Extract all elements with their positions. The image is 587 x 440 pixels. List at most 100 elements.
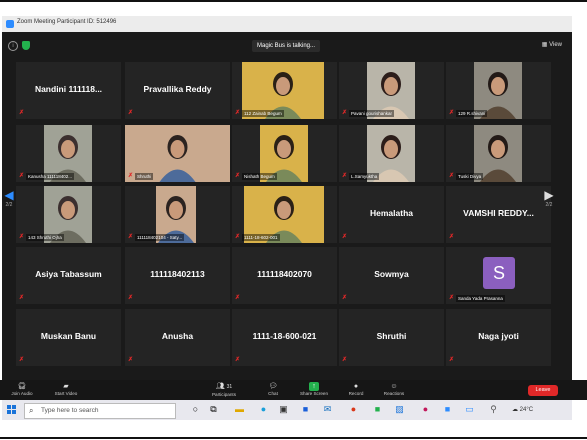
- media-player-icon[interactable]: ●: [420, 404, 431, 415]
- participant-name: Anusha: [161, 331, 194, 341]
- grid-view-icon: ▦: [541, 42, 550, 48]
- reactions-icon: ☺: [390, 383, 398, 390]
- participant-label: Sanda Yada Prasanna: [456, 295, 505, 302]
- muted-mic-icon: ✗: [19, 295, 25, 301]
- participant-name: 111118402070: [257, 269, 312, 279]
- muted-mic-icon: ✗: [449, 173, 455, 179]
- file-explorer-icon[interactable]: ▬: [234, 404, 245, 415]
- circle-icon[interactable]: ○: [190, 404, 201, 415]
- participant-label: 112 Zainab Begum: [242, 110, 284, 117]
- participant-tile[interactable]: Asiya Tabassum ✗: [16, 247, 121, 304]
- muted-mic-icon: ✗: [235, 357, 241, 363]
- participant-tile[interactable]: VAMSHI REDDY... ✗: [446, 186, 551, 243]
- participant-label: 111118402104 - Saty...: [135, 234, 185, 241]
- participant-name: VAMSHI REDDY...: [463, 208, 534, 218]
- participant-tile[interactable]: Hemalatha ✗: [339, 186, 444, 243]
- participant-tile[interactable]: ✗ 143 Shruthi Ojha: [16, 186, 121, 243]
- participant-tile[interactable]: ✗ Pavani gourishankar: [339, 62, 444, 119]
- participant-name: Muskan Banu: [40, 331, 97, 341]
- headphones-icon: 🎧︎: [17, 383, 27, 390]
- next-page-button[interactable]: ▶ 2/2: [543, 188, 555, 208]
- participant-tile[interactable]: ✗ Kanusha 111118402...: [16, 125, 121, 182]
- zoom-taskbar-icon[interactable]: ■: [442, 404, 453, 415]
- frame-bottom-line: [0, 437, 587, 439]
- participant-tile[interactable]: Muskan Banu ✗: [16, 309, 121, 366]
- leave-button[interactable]: Leave: [528, 385, 558, 396]
- video-app-icon[interactable]: ▭: [464, 404, 475, 415]
- muted-mic-icon: ✗: [449, 295, 455, 301]
- reactions-button[interactable]: ☺ Reactions: [374, 382, 414, 396]
- meeting-controls-bar: 🎧︎ Join Audio ▰ Start Video 👥︎ 31 Partic…: [0, 380, 587, 400]
- mail-icon[interactable]: ✉: [322, 404, 333, 415]
- start-video-button[interactable]: ▰ Start Video: [46, 382, 86, 396]
- participants-button[interactable]: 👥︎ 31 Participants: [204, 382, 244, 397]
- participant-tile[interactable]: ✗ 112 Zainab Begum: [232, 62, 337, 119]
- muted-mic-icon: ✗: [449, 357, 455, 363]
- participant-tile[interactable]: ✗ 111118402104 - Saty...: [125, 186, 230, 243]
- participant-tile[interactable]: ✗ Nishath Begum: [232, 125, 337, 182]
- participant-tile[interactable]: S ✗ Sanda Yada Prasanna: [446, 247, 551, 304]
- participant-avatar: S: [483, 257, 515, 289]
- window-title: Zoom Meeting Participant ID: 512496: [17, 19, 117, 25]
- photos-icon[interactable]: ▨: [394, 404, 405, 415]
- share-screen-label: Share Screen: [299, 391, 329, 396]
- record-label: Record: [348, 391, 364, 396]
- view-label: View: [549, 42, 562, 48]
- muted-mic-icon: ✗: [235, 234, 241, 240]
- shield-icon[interactable]: [22, 41, 30, 50]
- participant-tile[interactable]: 1111-18-600-021 ✗: [232, 309, 337, 366]
- windows-start-icon[interactable]: [7, 405, 16, 414]
- previous-page-button[interactable]: ◀ 2/2: [3, 188, 15, 208]
- cloud-icon: ☁: [512, 407, 520, 413]
- view-button[interactable]: ▦ View: [542, 41, 562, 48]
- chrome-icon[interactable]: ●: [348, 404, 359, 415]
- participant-tile[interactable]: Sowmya ✗: [339, 247, 444, 304]
- muted-mic-icon: ✗: [342, 234, 348, 240]
- muted-mic-icon: ✗: [19, 234, 25, 240]
- participant-label: 129 R.shivani: [456, 110, 488, 117]
- chat-button[interactable]: 💬︎ Chat: [253, 382, 293, 396]
- store-icon[interactable]: ▣: [278, 404, 289, 415]
- task-view-icon[interactable]: ⧉: [208, 404, 219, 415]
- muted-mic-icon: ✗: [19, 173, 25, 179]
- participant-tile[interactable]: ✗ Tuski Divya: [446, 125, 551, 182]
- participant-tile[interactable]: 111118402113 ✗: [125, 247, 230, 304]
- excel-icon[interactable]: ■: [372, 404, 383, 415]
- participant-label: Nishath Begum: [242, 173, 277, 180]
- share-screen-button[interactable]: ↑ Share Screen: [294, 382, 334, 396]
- info-icon[interactable]: i: [8, 41, 18, 51]
- weather-temperature[interactable]: ☁ 24°C: [512, 406, 533, 413]
- search-placeholder: Type here to search: [41, 407, 99, 414]
- muted-mic-icon: ✗: [128, 234, 134, 240]
- record-button[interactable]: ● Record: [336, 382, 376, 396]
- edge-browser-icon[interactable]: ●: [258, 404, 269, 415]
- zoom-window: Zoom Meeting Participant ID: 512496 i Ma…: [2, 16, 572, 400]
- muted-mic-icon: ✗: [128, 173, 134, 179]
- participant-tile[interactable]: ✗ L.Samyuktha: [339, 125, 444, 182]
- person-icon[interactable]: ⚲: [488, 404, 499, 415]
- participant-tile[interactable]: Nandini 111118... ✗: [16, 62, 121, 119]
- chat-icon: 💬︎: [268, 383, 278, 390]
- participant-tile[interactable]: Shruthi ✗: [339, 309, 444, 366]
- chevron-right-icon: ▶: [544, 188, 554, 202]
- search-icon: ⌕: [29, 406, 34, 415]
- participant-tile[interactable]: ✗ 129 R.shivani: [446, 62, 551, 119]
- muted-mic-icon: ✗: [19, 357, 25, 363]
- participant-tile[interactable]: Naga jyoti ✗: [446, 309, 551, 366]
- participant-tile[interactable]: Pravallika Reddy ✗: [125, 62, 230, 119]
- participant-tile[interactable]: ✗ Shruthi: [125, 125, 230, 182]
- participant-tile[interactable]: Anusha ✗: [125, 309, 230, 366]
- muted-mic-icon: ✗: [235, 173, 241, 179]
- chevron-left-icon: ◀: [4, 188, 14, 202]
- word-icon[interactable]: ■: [300, 404, 311, 415]
- participant-tile[interactable]: 111118402070 ✗: [232, 247, 337, 304]
- participant-label: L.Samyuktha: [349, 173, 380, 180]
- join-audio-button[interactable]: 🎧︎ Join Audio: [2, 382, 42, 396]
- participant-tile[interactable]: ✗ 1111-18-602-001: [232, 186, 337, 243]
- join-audio-label: Join Audio: [11, 391, 33, 396]
- participants-label: Participants: [211, 392, 236, 397]
- participant-label: Shruthi: [135, 173, 154, 180]
- video-off-icon: ▰: [63, 383, 69, 390]
- participant-name: 1111-18-600-021: [252, 331, 317, 341]
- taskbar-search-box[interactable]: ⌕ Type here to search: [24, 403, 176, 419]
